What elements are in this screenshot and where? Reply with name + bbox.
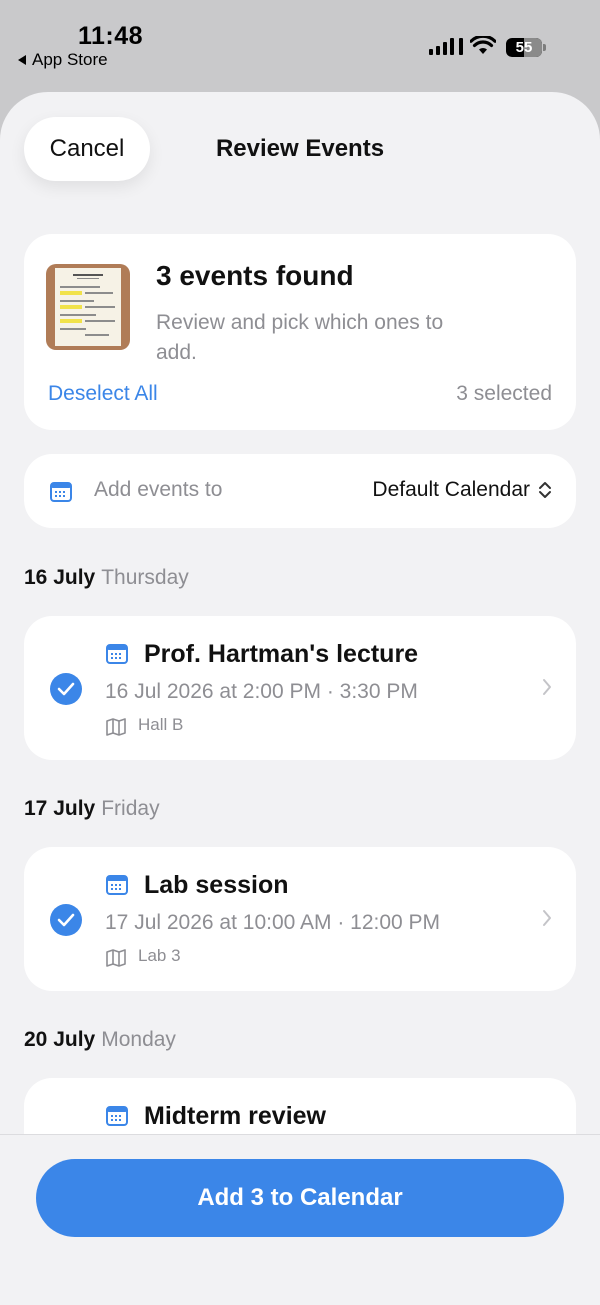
calendar-icon xyxy=(50,482,72,502)
map-icon xyxy=(106,718,126,736)
scanned-document-thumbnail[interactable] xyxy=(46,264,130,350)
event-title: Midterm review xyxy=(144,1102,327,1130)
map-icon xyxy=(106,949,126,967)
battery-level: 55 xyxy=(515,39,533,56)
updown-chevron-icon xyxy=(539,482,551,498)
event-location: Lab 3 xyxy=(138,946,181,965)
day-date: 17 July xyxy=(24,797,96,820)
summary-card: 3 events found Review and pick which one… xyxy=(24,234,576,430)
event-time: 16 Jul 2026 at 2:00 PM · 3:30 PM xyxy=(105,680,418,703)
calendar-icon xyxy=(106,1106,128,1126)
day-header: 17 July Friday xyxy=(24,797,160,821)
day-weekday: Friday xyxy=(101,797,160,820)
deselect-all-button[interactable]: Deselect All xyxy=(48,382,158,406)
summary-title: 3 events found xyxy=(156,260,354,291)
chevron-right-icon xyxy=(543,910,551,926)
event-card[interactable]: Prof. Hartman's lecture 16 Jul 2026 at 2… xyxy=(24,616,576,760)
sheet-title: Review Events xyxy=(215,135,385,162)
day-date: 16 July xyxy=(24,566,96,589)
event-checkbox[interactable] xyxy=(50,904,82,936)
calendar-icon xyxy=(106,875,128,895)
event-location: Hall B xyxy=(138,715,184,734)
calendar-picker-row[interactable]: Add events to Default Calendar xyxy=(24,454,576,528)
back-arrow-icon xyxy=(18,55,26,65)
event-time: 17 Jul 2026 at 10:00 AM · 12:00 PM xyxy=(105,911,441,934)
day-header: 16 July Thursday xyxy=(24,566,189,590)
wifi-icon xyxy=(470,36,496,54)
event-title: Prof. Hartman's lecture xyxy=(144,640,419,668)
calendar-icon xyxy=(106,644,128,664)
day-date: 20 July xyxy=(24,1028,96,1051)
back-label: App Store xyxy=(32,50,108,69)
review-events-sheet: Cancel Review Events 3 events found Revi… xyxy=(0,92,600,1305)
chevron-right-icon xyxy=(543,679,551,695)
add-to-calendar-button[interactable]: Add 3 to Calendar xyxy=(36,1159,564,1237)
summary-subtitle: Review and pick which ones to add. xyxy=(156,311,444,364)
event-checkbox[interactable] xyxy=(50,673,82,705)
event-card[interactable]: Lab session 17 Jul 2026 at 10:00 AM · 12… xyxy=(24,847,576,991)
checkmark-icon xyxy=(57,682,75,696)
calendar-picker-value[interactable]: Default Calendar xyxy=(372,478,530,502)
day-weekday: Monday xyxy=(101,1028,176,1051)
event-title: Lab session xyxy=(144,871,289,899)
checkmark-icon xyxy=(57,913,75,927)
signal-icon xyxy=(429,38,463,55)
status-time: 11:48 xyxy=(78,22,144,50)
selected-count: 3 selected xyxy=(456,382,552,405)
calendar-picker-label: Add events to xyxy=(94,478,223,501)
day-header: 20 July Monday xyxy=(24,1028,176,1052)
back-to-app-store[interactable]: App Store xyxy=(18,50,108,70)
bottom-action-bar: Add 3 to Calendar xyxy=(0,1134,600,1305)
battery-icon: 55 xyxy=(506,38,542,57)
day-weekday: Thursday xyxy=(101,566,189,589)
status-bar: 11:48 App Store 55 xyxy=(0,0,600,92)
